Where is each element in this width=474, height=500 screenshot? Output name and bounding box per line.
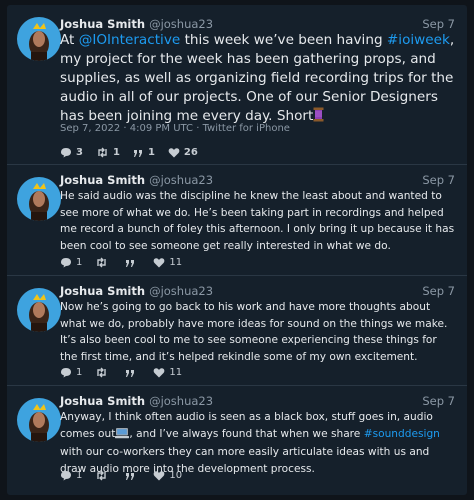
like-button[interactable]: 11 (153, 257, 182, 268)
avatar[interactable] (17, 17, 61, 61)
tweet-actions: 1 11 (60, 257, 195, 268)
reply-count: 1 (76, 257, 83, 268)
thread-spool-icon (313, 107, 324, 128)
quote-icon (133, 149, 142, 157)
like-count: 11 (169, 257, 183, 268)
tweet-text-segment: this week we’ve been having (180, 32, 387, 48)
tweet-text-segment: , and I’ve always found that when we sha… (129, 427, 364, 440)
quote-button[interactable] (125, 368, 140, 378)
tweet-header: Joshua Smith @joshua23 Sep 7 (60, 394, 455, 408)
author-handle[interactable]: @joshua23 (149, 394, 213, 408)
tweet-text-segment: He said audio was the discipline he knew… (60, 190, 455, 252)
reply-icon (61, 148, 71, 158)
like-count: 10 (169, 470, 183, 481)
like-count: 11 (169, 367, 183, 378)
reply-count: 3 (76, 147, 83, 158)
tweet-date[interactable]: Sep 7 (422, 17, 455, 31)
author-name[interactable]: Joshua Smith (60, 17, 145, 31)
quote-button[interactable] (125, 258, 140, 268)
quote-button[interactable]: 1 (133, 147, 155, 158)
avatar[interactable] (17, 177, 61, 221)
tweet-actions: 3 1 1 26 (60, 147, 211, 158)
heart-icon (168, 148, 180, 158)
retweet-button[interactable] (95, 257, 112, 268)
retweet-button[interactable] (95, 470, 112, 481)
retweet-icon (97, 367, 107, 378)
tweet-text: Now he’s going to go back to his work an… (60, 299, 457, 365)
tweet-header: Joshua Smith @joshua23 Sep 7 (60, 173, 455, 187)
like-button[interactable]: 10 (153, 470, 182, 481)
retweet-button[interactable]: 1 (96, 147, 120, 158)
retweet-icon (97, 470, 107, 481)
tweet-text: Anyway, I think often audio is seen as a… (60, 409, 457, 477)
hashtag-link[interactable]: #ioiweek (387, 32, 450, 48)
quote-button[interactable] (125, 471, 140, 481)
tweet-date[interactable]: Sep 7 (422, 173, 455, 187)
computer-icon (115, 427, 130, 445)
tweet-text-segment: At (60, 32, 79, 48)
avatar[interactable] (17, 288, 61, 332)
tweet-date[interactable]: Sep 7 (422, 284, 455, 298)
author-name[interactable]: Joshua Smith (60, 173, 145, 187)
tweet-date[interactable]: Sep 7 (422, 394, 455, 408)
retweet-button[interactable] (95, 367, 112, 378)
retweet-icon (97, 257, 107, 268)
tweet-timestamp[interactable]: Sep 7, 2022 · 4:09 PM UTC · Twitter for … (60, 123, 290, 134)
avatar[interactable] (17, 398, 61, 442)
retweet-icon (98, 147, 107, 158)
heart-icon (154, 471, 165, 481)
tweet-text: He said audio was the discipline he knew… (60, 188, 457, 254)
tweet-header: Joshua Smith @joshua23 Sep 7 (60, 17, 455, 31)
tweet[interactable]: Joshua Smith @joshua23 Sep 7 Now he’s go… (7, 276, 467, 386)
reply-button[interactable]: 1 (60, 367, 82, 378)
tweet-text: At @IOInteractive this week we’ve been h… (60, 31, 457, 128)
author-name[interactable]: Joshua Smith (60, 284, 145, 298)
reply-icon (61, 368, 71, 378)
mention-link[interactable]: @IOInteractive (79, 32, 181, 48)
quote-icon (126, 259, 135, 267)
reply-button[interactable]: 1 (60, 470, 82, 481)
tweet-thread: Joshua Smith @joshua23 Sep 7 At @IOInter… (7, 5, 467, 495)
heart-icon (154, 258, 165, 268)
tweet-actions: 1 11 (60, 367, 195, 378)
tweet-actions: 1 10 (60, 470, 195, 481)
tweet[interactable]: Joshua Smith @joshua23 Sep 7 He said aud… (7, 165, 467, 276)
author-handle[interactable]: @joshua23 (149, 17, 213, 31)
quote-icon (126, 369, 135, 377)
quote-icon (126, 472, 135, 480)
reply-count: 1 (76, 367, 83, 378)
reply-button[interactable]: 1 (60, 257, 82, 268)
heart-icon (154, 368, 165, 378)
hashtag-link[interactable]: #sounddesign (364, 428, 440, 440)
tweet[interactable]: Joshua Smith @joshua23 Sep 7 Anyway, I t… (7, 386, 467, 495)
reply-icon (61, 471, 71, 481)
reply-button[interactable]: 3 (60, 147, 83, 158)
author-handle[interactable]: @joshua23 (149, 173, 213, 187)
reply-count: 1 (76, 470, 83, 481)
author-handle[interactable]: @joshua23 (149, 284, 213, 298)
tweet[interactable]: Joshua Smith @joshua23 Sep 7 At @IOInter… (7, 5, 467, 165)
author-name[interactable]: Joshua Smith (60, 394, 145, 408)
tweet-text-segment: Now he’s going to go back to his work an… (60, 301, 448, 363)
like-button[interactable]: 11 (153, 367, 182, 378)
quote-count: 1 (147, 147, 155, 158)
tweet-header: Joshua Smith @joshua23 Sep 7 (60, 284, 455, 298)
retweet-count: 1 (112, 147, 120, 158)
reply-icon (61, 258, 71, 268)
like-count: 26 (183, 147, 198, 158)
like-button[interactable]: 26 (168, 147, 198, 158)
